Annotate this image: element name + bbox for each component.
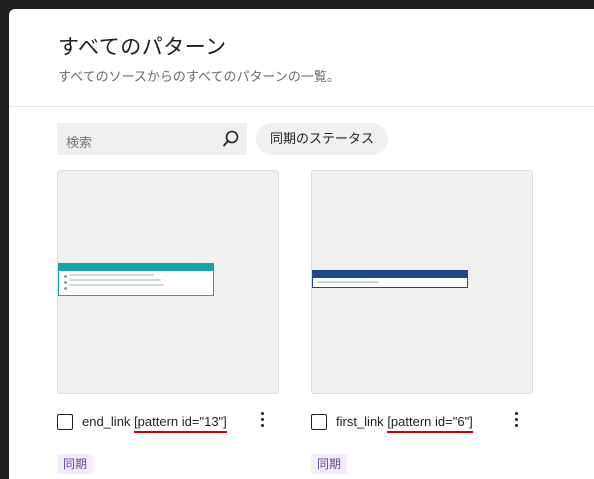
sync-badge: 同期 <box>57 454 94 474</box>
pattern-card-first-link[interactable]: first_link [pattern id="6"] 同期 <box>311 170 533 474</box>
more-options-icon[interactable] <box>261 412 265 430</box>
page-subtitle: すべてのソースからのすべてのパターンの一覧。 <box>58 69 340 84</box>
preview-thumbnail <box>58 263 214 296</box>
sync-badge: 同期 <box>311 454 348 474</box>
patterns-panel: すべてのパターン すべてのソースからのすべてのパターンの一覧。 検索 同期のステ… <box>9 9 594 479</box>
pattern-preview[interactable] <box>311 170 533 394</box>
pattern-title: end_link [pattern id="13"] <box>82 414 227 433</box>
pattern-name: first_link <box>336 414 384 429</box>
more-options-icon[interactable] <box>515 412 519 430</box>
search-placeholder: 検索 <box>66 135 93 150</box>
page-header: すべてのパターン すべてのソースからのすべてのパターンの一覧。 <box>9 9 594 107</box>
pattern-title: first_link [pattern id="6"] <box>336 414 473 433</box>
page-title: すべてのパターン <box>58 36 227 59</box>
pattern-preview[interactable] <box>57 170 279 394</box>
search-input[interactable]: 検索 <box>57 123 247 155</box>
sync-status-filter-button[interactable]: 同期のステータス <box>256 123 389 155</box>
pattern-card-end-link[interactable]: end_link [pattern id="13"] 同期 <box>57 170 279 474</box>
preview-thumbnail <box>312 270 468 288</box>
select-checkbox[interactable] <box>57 414 73 430</box>
search-icon[interactable] <box>219 127 243 151</box>
pattern-id-label: [pattern id="6"] <box>387 414 473 433</box>
pattern-name: end_link <box>82 414 131 429</box>
pattern-id-label: [pattern id="13"] <box>134 414 227 433</box>
select-checkbox[interactable] <box>311 414 327 430</box>
